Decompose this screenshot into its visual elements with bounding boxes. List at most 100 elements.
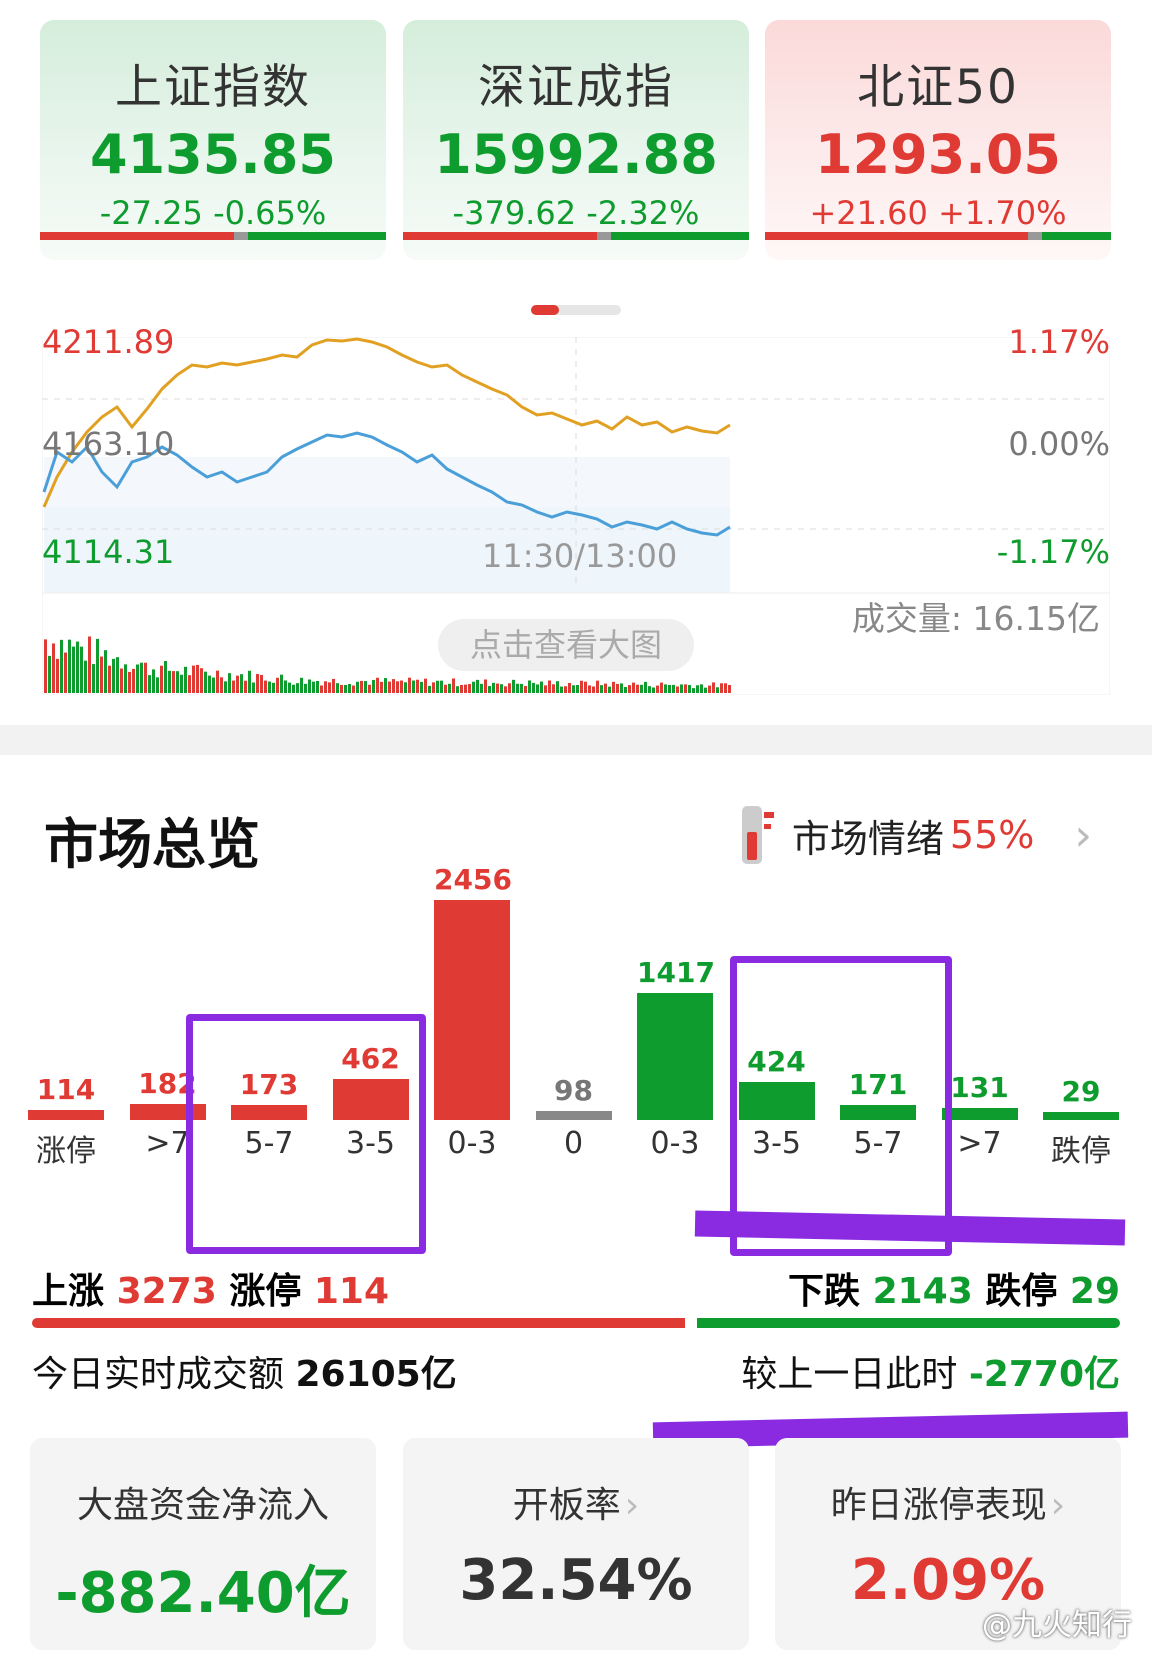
distribution-column: 131 >7 (941, 1071, 1018, 1161)
volume-bar (524, 685, 527, 693)
highlight-box (186, 1014, 426, 1254)
volume-bar (500, 684, 503, 693)
index-card-beizheng[interactable]: 北证50 1293.05 +21.60 +1.70% (765, 20, 1111, 260)
index-change: +21.60 +1.70% (809, 194, 1067, 232)
volume-bar (292, 684, 295, 693)
compare-value: -2770亿 (968, 1354, 1120, 1395)
volume-bar (216, 670, 219, 693)
turnover-row: 今日实时成交额 26105亿 较上一日此时 -2770亿 (32, 1345, 1120, 1397)
tile-title: 开板率 (512, 1485, 621, 1526)
volume-bar (548, 680, 551, 693)
rise-fall-distribution: 114 涨停 182 >7 173 5-7 462 3-5 2456 0-3 98 0 1417 0-3 4… (0, 863, 1152, 1210)
volume-bar (368, 684, 371, 693)
market-mood[interactable]: 市场情绪 55% › (738, 800, 1092, 870)
volume-bar (520, 683, 523, 693)
volume-bar (240, 674, 243, 693)
volume-bar (668, 684, 671, 693)
column-value: 2456 (434, 863, 512, 896)
volume-bar (84, 660, 87, 693)
volume-bar (600, 685, 603, 693)
volume-bar (508, 683, 511, 693)
chart-pct-high: 1.17% (1008, 323, 1110, 361)
volume-bar (516, 683, 519, 693)
turnover: 今日实时成交额 26105亿 (32, 1345, 457, 1397)
volume-bar (48, 655, 51, 693)
volume-bar (680, 684, 683, 693)
volume-bar (572, 685, 575, 693)
volume-bar (208, 675, 211, 693)
volume-bar (412, 680, 415, 693)
column-bar (1043, 1112, 1119, 1120)
volume-bar (432, 682, 435, 693)
tile-title: 昨日涨停表现 (830, 1485, 1047, 1526)
volume-bar (300, 677, 303, 693)
volume-bar (424, 678, 427, 693)
column-label: 涨停 (36, 1134, 96, 1169)
volume-bar (372, 679, 375, 693)
distribution-column: 2456 0-3 (434, 863, 512, 1161)
limit-up-label: 涨停 (229, 1271, 302, 1312)
volume-bar (388, 681, 391, 693)
volume-bar (136, 664, 139, 693)
volume-bar (92, 664, 95, 693)
index-value: 1293.05 (815, 123, 1061, 186)
volume-bar (648, 686, 651, 693)
index-breadth-bar (403, 232, 749, 240)
volume-bar (444, 684, 447, 693)
volume-bar (260, 674, 263, 693)
column-bar (535, 1111, 612, 1120)
page-indicator-active (531, 305, 559, 315)
volume-bar (256, 673, 259, 693)
volume-bar (632, 682, 635, 693)
volume-bar (512, 679, 515, 693)
column-bar (637, 993, 713, 1120)
volume-bar (340, 684, 343, 693)
volume-bar (392, 679, 395, 693)
volume-bar (720, 683, 723, 693)
volume-bar (640, 684, 643, 693)
volume-bar (504, 686, 507, 693)
volume-bar (604, 683, 607, 693)
intraday-chart[interactable]: 4211.89 4163.10 4114.31 1.17% 0.00% -1.1… (41, 323, 1111, 696)
column-value: 131 (950, 1071, 1009, 1104)
volume-bar (176, 671, 179, 693)
volume-bar (308, 679, 311, 693)
volume-bar (188, 675, 191, 693)
chevron-right-icon: › (1050, 1485, 1066, 1526)
volume-bar (688, 684, 691, 693)
tile-net-inflow[interactable]: 大盘资金净流入 -882.40亿 (30, 1438, 376, 1650)
column-value: 29 (1061, 1075, 1101, 1108)
volume-bar (676, 686, 679, 693)
volume-bar (628, 685, 631, 693)
mood-label: 市场情绪 (791, 816, 944, 861)
volume-bar (484, 679, 487, 693)
column-value: 114 (36, 1073, 96, 1106)
tile-board-open-rate[interactable]: 开板率 › 32.54% (403, 1438, 749, 1650)
volume-bar (724, 683, 727, 693)
volume-bar (280, 674, 283, 693)
volume-bar (116, 657, 119, 693)
volume-bar (184, 666, 187, 693)
index-change: -379.62 -2.32% (452, 194, 700, 232)
volume-bar (700, 684, 703, 693)
volume-bar (684, 684, 687, 693)
distribution-column: 29 跌停 (1043, 1075, 1119, 1169)
volume-bar (620, 683, 623, 693)
volume-bar (396, 681, 399, 693)
rise-summary: 上涨 3273 涨停 114 (32, 1262, 389, 1314)
volume-bar (236, 675, 239, 693)
volume-bar (248, 670, 251, 693)
index-card-shanghai[interactable]: 上证指数 4135.85 -27.25 -0.65% (40, 20, 386, 260)
view-large-button[interactable]: 点击查看大图 (438, 619, 694, 671)
index-card-shenzhen[interactable]: 深证成指 15992.88 -379.62 -2.32% (403, 20, 749, 260)
volume-bar (664, 684, 667, 693)
volume-bar (556, 681, 559, 693)
volume-bar (284, 680, 287, 693)
volume-bar (76, 641, 79, 693)
distribution-column: 98 0 (535, 1074, 612, 1161)
chart-pct-low: -1.17% (996, 533, 1110, 571)
column-value: 1417 (637, 956, 715, 989)
volume-bar (468, 684, 471, 693)
volume-bar (452, 678, 455, 693)
volume-bar (536, 684, 539, 693)
